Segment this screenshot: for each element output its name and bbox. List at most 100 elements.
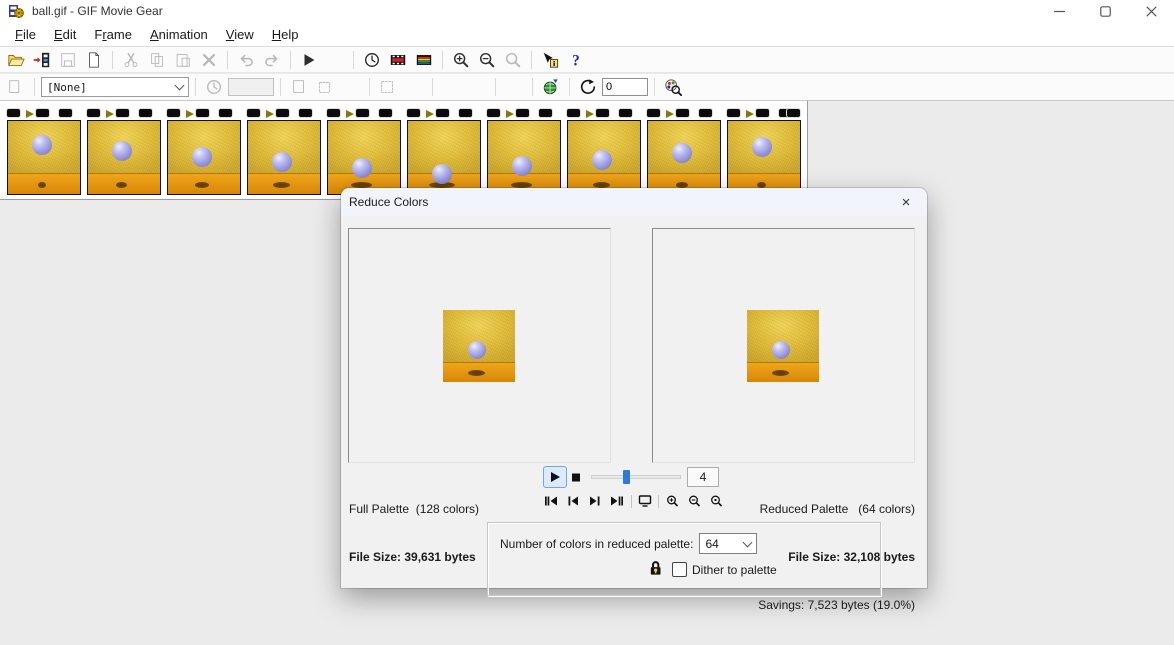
optimize-globe-button[interactable]: [539, 76, 563, 98]
palette-size-combo[interactable]: 64: [699, 533, 757, 554]
frame-toolbar: [None]: [0, 74, 1174, 101]
ball-icon: [352, 158, 372, 178]
monitor-button[interactable]: [637, 492, 654, 510]
loop-input[interactable]: [602, 78, 648, 96]
next-frame-button[interactable]: [587, 492, 604, 510]
app-icon: [8, 3, 24, 19]
toolbar-separator: [195, 78, 196, 96]
film-frame-8[interactable]: [567, 120, 641, 195]
insert-frames-button[interactable]: [30, 49, 54, 71]
dither-checkbox[interactable]: [672, 562, 687, 577]
ball-icon: [272, 152, 292, 172]
savings-label: Savings: 7,523 bytes (19.0%): [758, 597, 915, 613]
frame-marker-flag-icon: [426, 110, 434, 118]
ball-scene: [248, 121, 320, 194]
ball-icon: [32, 135, 52, 155]
film-frame-6[interactable]: [407, 120, 481, 195]
palette-lock-icon[interactable]: [648, 559, 663, 580]
full-palette-preview-image: [443, 310, 515, 382]
transition-combo[interactable]: [None]: [41, 77, 189, 97]
preview-stop-button[interactable]: [567, 468, 585, 486]
slider-thumb[interactable]: [623, 470, 630, 484]
close-button[interactable]: [1128, 0, 1174, 22]
film-frame-3[interactable]: [167, 120, 241, 195]
prev-frame-button[interactable]: [565, 492, 582, 510]
ball-icon: [512, 156, 532, 176]
full-palette-label: Full Palette (128 colors): [349, 501, 479, 517]
preview-play-button[interactable]: [543, 466, 567, 488]
ball-scene: [328, 121, 400, 194]
film-frame-1[interactable]: [7, 120, 81, 195]
paste-button: [171, 49, 195, 71]
zoom-in-button[interactable]: [449, 49, 473, 71]
menu-edit[interactable]: Edit: [45, 24, 85, 45]
ball-scene: [648, 121, 720, 194]
delete-button: [197, 49, 221, 71]
zoom-in-mag-button[interactable]: [664, 492, 681, 510]
zoom-actual-button: [501, 49, 525, 71]
film-frame-7[interactable]: [487, 120, 561, 195]
ball-icon: [468, 341, 486, 359]
ball-scene: [168, 121, 240, 194]
delay-clock-button: [202, 76, 226, 98]
frame-position-slider[interactable]: [591, 469, 681, 485]
cut-button: [119, 49, 143, 71]
copy-button: [145, 49, 169, 71]
menu-bar: FileEditFrameAnimationViewHelp: [0, 22, 1174, 47]
toolbar-separator: [290, 51, 291, 69]
frame-marker-flag-icon: [506, 110, 514, 118]
filmstrip: [0, 101, 808, 200]
toolbar-separator: [495, 78, 496, 96]
filmstrip-red-button[interactable]: [386, 49, 410, 71]
dialog-title: Reduce Colors: [349, 195, 428, 209]
menu-frame[interactable]: Frame: [85, 24, 141, 45]
maximize-button[interactable]: [1082, 0, 1128, 22]
film-frame-2[interactable]: [87, 120, 161, 195]
stop-button: [323, 49, 347, 71]
selection-button: [313, 76, 337, 98]
shape-octagon-button: [502, 76, 526, 98]
zoom-actual-mag-button[interactable]: [708, 492, 725, 510]
dialog-close-icon[interactable]: ×: [893, 191, 919, 213]
new-document-button[interactable]: [82, 49, 106, 71]
context-help-button[interactable]: [538, 49, 562, 71]
zoom-out-mag-button[interactable]: [686, 492, 703, 510]
play-button[interactable]: [297, 49, 321, 71]
reduce-colors-button[interactable]: [661, 76, 685, 98]
minimize-button[interactable]: [1036, 0, 1082, 22]
ball-icon: [192, 147, 212, 167]
toolbar-separator: [112, 51, 113, 69]
frame-marker-flag-icon: [346, 110, 354, 118]
menu-animation[interactable]: Animation: [141, 24, 217, 45]
filmstrip-color-button[interactable]: [412, 49, 436, 71]
clock-button[interactable]: [360, 49, 384, 71]
image-effects-button: [287, 76, 311, 98]
film-frame-10[interactable]: [727, 120, 801, 195]
menu-help[interactable]: Help: [263, 24, 308, 45]
main-toolbar: ?: [0, 47, 1174, 73]
help-button[interactable]: ?: [564, 49, 588, 71]
ball-shadow: [195, 182, 209, 188]
film-frame-4[interactable]: [247, 120, 321, 195]
film-frame-9[interactable]: [647, 120, 721, 195]
toolbar-separator: [531, 51, 532, 69]
loop-count-button[interactable]: [576, 76, 600, 98]
first-frame-button[interactable]: [543, 492, 560, 510]
ball-scene: [568, 121, 640, 194]
last-frame-button[interactable]: [609, 492, 626, 510]
zoom-out-button[interactable]: [475, 49, 499, 71]
ball-shadow: [38, 182, 46, 188]
menu-file[interactable]: File: [6, 24, 45, 45]
ball-scene: [88, 121, 160, 194]
open-folder-button[interactable]: [4, 49, 28, 71]
menu-view[interactable]: View: [217, 24, 263, 45]
save-button: [56, 49, 80, 71]
toolbar-separator: [369, 78, 370, 96]
film-frame-5[interactable]: [327, 120, 401, 195]
ball-scene: [408, 121, 480, 194]
preview-transport-controls: 4: [543, 466, 725, 510]
ball-scene: [728, 121, 800, 194]
frame-marker-flag-icon: [746, 110, 754, 118]
toolbar-separator: [442, 51, 443, 69]
ball-scene: [488, 121, 560, 194]
